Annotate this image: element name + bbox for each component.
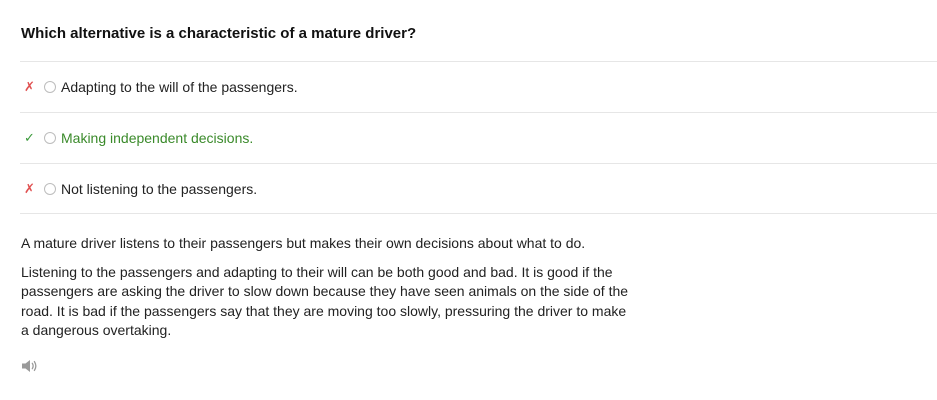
check-icon: ✓: [24, 130, 35, 145]
radio-button[interactable]: [44, 81, 56, 93]
cross-icon: ✗: [24, 180, 35, 196]
radio-button[interactable]: [44, 132, 56, 144]
explanation-summary: A mature driver listens to their passeng…: [21, 235, 586, 251]
answer-label[interactable]: Not listening to the passengers.: [61, 181, 257, 197]
cross-icon: ✗: [24, 79, 35, 94]
answer-label[interactable]: Adapting to the will of the passengers.: [61, 79, 298, 95]
radio-button[interactable]: [44, 182, 56, 195]
answer-option-1[interactable]: ✗ Adapting to the will of the passengers…: [20, 61, 937, 112]
answer-label[interactable]: Making independent decisions.: [61, 130, 253, 146]
speaker-icon[interactable]: [21, 358, 39, 374]
explanation-detail: Listening to the passengers and adapting…: [21, 263, 629, 339]
answer-list: ✗ Adapting to the will of the passengers…: [20, 61, 937, 214]
answer-option-3[interactable]: ✗ Not listening to the passengers.: [20, 163, 937, 214]
answer-option-2[interactable]: ✓ Making independent decisions.: [20, 112, 937, 163]
question-title: Which alternative is a characteristic of…: [21, 25, 417, 42]
explanation: A mature driver listens to their passeng…: [21, 234, 631, 350]
